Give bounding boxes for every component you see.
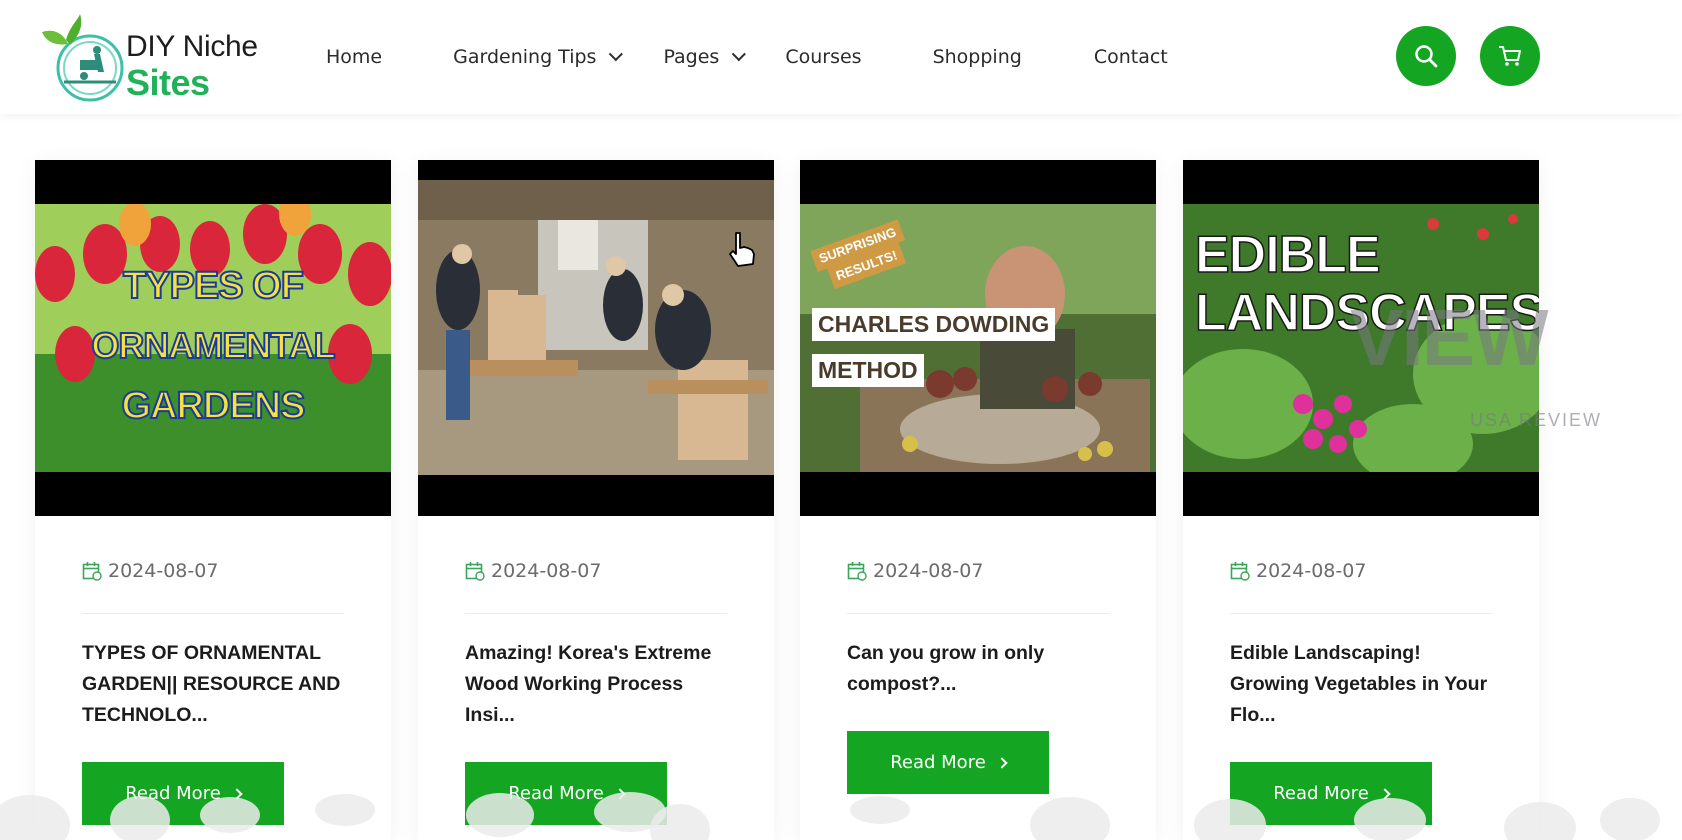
read-more-label: Read More — [890, 752, 986, 773]
read-more-label: Read More — [508, 783, 604, 804]
cart-icon — [1499, 46, 1521, 66]
search-button[interactable] — [1396, 26, 1456, 86]
nav-shopping[interactable]: Shopping — [933, 46, 1022, 68]
site-logo[interactable]: DIY Niche Sites — [34, 10, 274, 104]
chevron-down-icon — [609, 47, 624, 62]
nav-shopping-label: Shopping — [932, 46, 1022, 68]
woodworking-workshop-image — [418, 180, 774, 475]
nav-home[interactable]: Home — [326, 46, 382, 68]
calendar-icon — [465, 562, 485, 581]
divider — [465, 613, 727, 614]
chevron-right-icon — [1379, 787, 1391, 800]
post-date-text: 2024-08-07 — [491, 560, 602, 582]
thumb-line: METHOD — [812, 354, 924, 387]
chevron-right-icon — [231, 787, 243, 800]
main-nav: Home Gardening Tips Pages Courses Shoppi… — [326, 40, 1168, 74]
logo-text-line2: Sites — [126, 62, 210, 103]
post-date: 2024-08-07 — [82, 560, 218, 582]
thumb-line: LANDSCAPES — [1194, 283, 1539, 343]
post-title[interactable]: TYPES OF ORNAMENTAL GARDEN|| RESOURCE AN… — [82, 638, 352, 731]
post-title[interactable]: Amazing! Korea's Extreme Wood Working Pr… — [465, 638, 735, 731]
post-thumbnail[interactable]: TYPES OF ORNAMENTAL GARDENS — [35, 160, 391, 516]
post-title[interactable]: Edible Landscaping! Growing Vegetables i… — [1230, 638, 1500, 731]
nav-contact-label: Contact — [1093, 46, 1168, 68]
post-card: TYPES OF ORNAMENTAL GARDENS 2024-08-07 T… — [35, 160, 391, 840]
nav-contact[interactable]: Contact — [1094, 46, 1168, 68]
divider — [1230, 613, 1492, 614]
cart-button[interactable] — [1480, 26, 1540, 86]
read-more-label: Read More — [1273, 783, 1369, 804]
read-more-label: Read More — [125, 783, 221, 804]
thumb-overlay-text: TYPES OF ORNAMENTAL GARDENS — [35, 256, 391, 436]
read-more-button[interactable]: Read More — [82, 762, 284, 825]
read-more-button[interactable]: Read More — [465, 762, 667, 825]
post-thumbnail[interactable]: EDIBLE LANDSCAPES — [1183, 160, 1539, 516]
gardener-wheelbarrow-logo-icon — [42, 14, 124, 102]
nav-courses[interactable]: Courses — [785, 46, 861, 68]
post-date-text: 2024-08-07 — [873, 560, 984, 582]
thumb-line: TYPES OF — [122, 264, 305, 308]
chevron-right-icon — [614, 787, 626, 800]
post-thumbnail[interactable]: SURPRISING RESULTS! CHARLES DOWDING METH… — [800, 160, 1156, 516]
thumb-line: EDIBLE — [1194, 225, 1381, 285]
search-icon — [1415, 45, 1438, 68]
divider — [82, 613, 344, 614]
thumb-line: CHARLES DOWDING — [812, 308, 1056, 341]
post-title[interactable]: Can you grow in only compost?... — [847, 638, 1117, 700]
pointer-cursor-icon — [729, 232, 755, 267]
post-date: 2024-08-07 — [1230, 560, 1366, 582]
nav-gardening-tips-label: Gardening Tips — [453, 46, 597, 68]
post-date-text: 2024-08-07 — [1256, 560, 1367, 582]
post-date-text: 2024-08-07 — [108, 560, 219, 582]
thumb-line: GARDENS — [120, 384, 306, 428]
chevron-down-icon — [732, 47, 747, 62]
calendar-icon — [847, 562, 867, 581]
chevron-right-icon — [996, 756, 1008, 769]
nav-gardening-tips[interactable]: Gardening Tips — [453, 46, 624, 68]
read-more-button[interactable]: Read More — [847, 731, 1049, 794]
nav-pages[interactable]: Pages — [663, 46, 747, 68]
thumb-overlay-text: EDIBLE LANDSCAPES — [1194, 225, 1539, 343]
logo-text-line1: DIY Niche — [126, 30, 258, 63]
calendar-icon — [82, 562, 102, 581]
post-date: 2024-08-07 — [465, 560, 601, 582]
nav-courses-label: Courses — [785, 46, 862, 68]
thumb-line: ORNAMENTAL — [90, 324, 336, 367]
post-card: SURPRISING RESULTS! CHARLES DOWDING METH… — [800, 160, 1156, 840]
site-header: DIY Niche Sites Home Gardening Tips Page… — [0, 0, 1682, 114]
post-card: EDIBLE LANDSCAPES 2024-08-07 Edible Land… — [1183, 160, 1539, 840]
divider — [847, 613, 1109, 614]
nav-home-label: Home — [326, 46, 383, 68]
read-more-button[interactable]: Read More — [1230, 762, 1432, 825]
post-card: 2024-08-07 Amazing! Korea's Extreme Wood… — [418, 160, 774, 840]
calendar-icon — [1230, 562, 1250, 581]
post-date: 2024-08-07 — [847, 560, 983, 582]
nav-pages-label: Pages — [663, 46, 720, 68]
post-thumbnail[interactable] — [418, 160, 774, 516]
